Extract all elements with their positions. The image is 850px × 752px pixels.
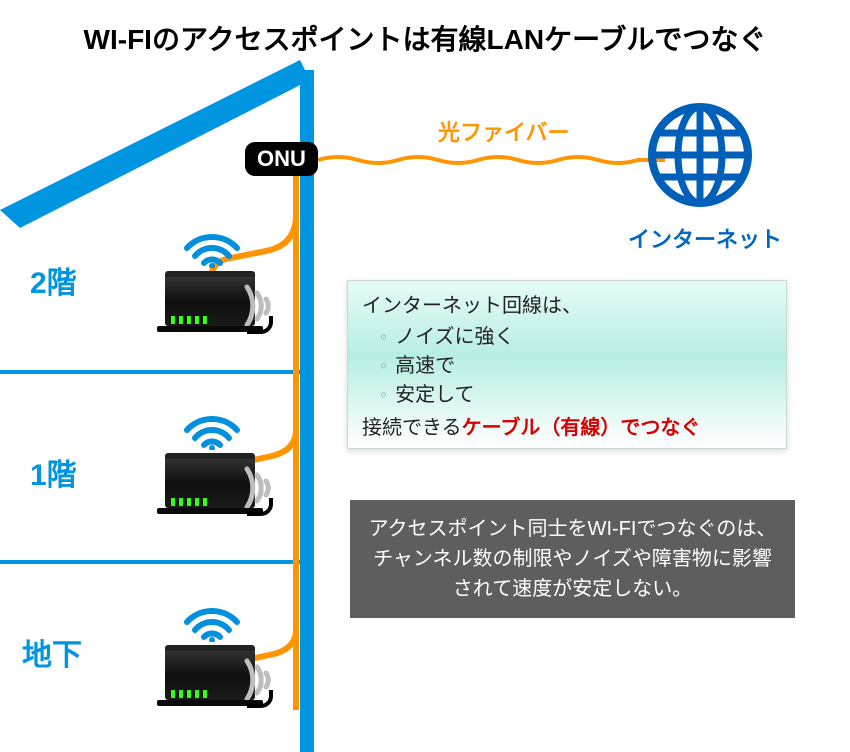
info-foot: 接続できるケーブル（有線）でつなぐ (362, 411, 772, 440)
router-b1 (155, 610, 265, 710)
internet-globe-icon (652, 107, 748, 203)
info-foot-highlight: ケーブル（有線）でつなぐ (462, 417, 701, 439)
onu-badge: ONU (245, 142, 318, 176)
info-box: インターネット回線は、 ノイズに強く 高速で 安定して 接続できるケーブル（有線… (347, 280, 787, 449)
fiber-label: 光ファイバー (438, 115, 570, 147)
wifi-icon (183, 228, 241, 268)
floor-label-1f: 1階 (30, 450, 77, 494)
router-2f (155, 236, 265, 336)
info-item: 高速で (380, 349, 772, 378)
info-list: ノイズに強く 高速で 安定して (362, 320, 772, 407)
floor-divider-2f-1f (0, 370, 300, 374)
fiber-line (318, 157, 665, 163)
info-lead: インターネット回線は、 (362, 289, 772, 318)
wifi-icon (183, 410, 241, 450)
info-item: 安定して (380, 378, 772, 407)
internet-label: インターネット (620, 222, 790, 254)
router-1f (155, 418, 265, 518)
info-foot-prefix: 接続できる (362, 417, 462, 439)
floor-label-2f: 2階 (30, 258, 77, 302)
floor-label-b1: 地下 (22, 630, 82, 674)
floor-divider-1f-b1 (0, 560, 300, 564)
wifi-icon (183, 602, 241, 642)
note-box: アクセスポイント同士をWI-FIでつなぐのは、チャンネル数の制限やノイズや障害物… (350, 500, 795, 618)
info-item: ノイズに強く (380, 320, 772, 349)
